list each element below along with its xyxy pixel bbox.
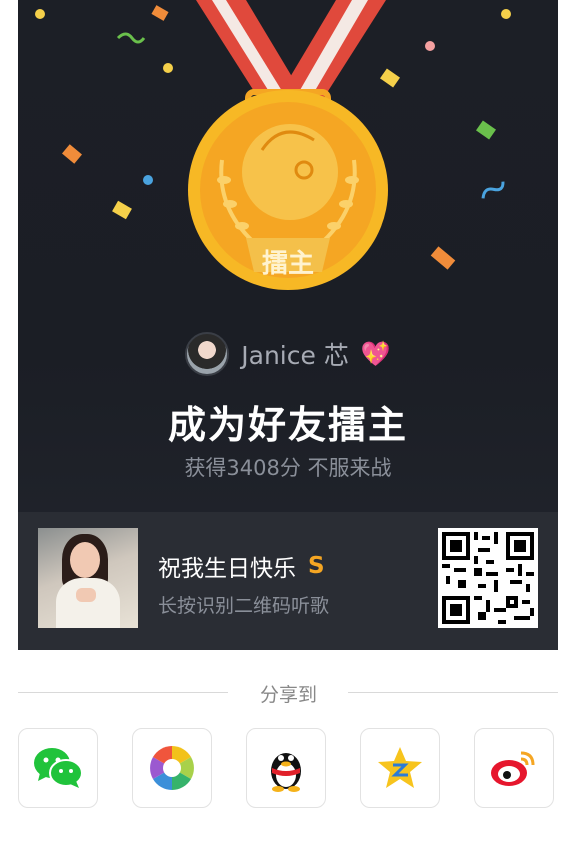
share-label: 分享到 bbox=[259, 684, 317, 706]
share-targets bbox=[18, 728, 558, 808]
song-title-line: 祝我生日快乐 S bbox=[158, 549, 325, 583]
weibo-icon bbox=[491, 751, 535, 786]
share-qzone-button[interactable] bbox=[360, 728, 440, 808]
avatar bbox=[185, 332, 230, 376]
medal-label: 擂主 bbox=[261, 249, 314, 279]
share-card: 擂主 Janice 芯 💖 成为好友擂主 获得3408分 不服来战 祝我生日快乐… bbox=[18, 0, 558, 650]
share-qq-button[interactable] bbox=[246, 728, 326, 808]
share-weibo-button[interactable] bbox=[474, 728, 554, 808]
qzone-star-icon bbox=[378, 747, 422, 788]
share-wechat-button[interactable] bbox=[18, 728, 98, 808]
song-badge: S bbox=[308, 553, 325, 579]
song-title: 祝我生日快乐 bbox=[158, 556, 296, 582]
song-panel: 祝我生日快乐 S 长按识别二维码听歌 bbox=[18, 512, 558, 650]
share-moments-button[interactable] bbox=[132, 728, 212, 808]
qq-penguin-icon bbox=[271, 753, 301, 792]
moments-icon bbox=[150, 746, 194, 790]
user-line: Janice 芯 💖 bbox=[18, 332, 558, 376]
song-hint: 长按识别二维码听歌 bbox=[158, 595, 330, 617]
achievement-title: 成为好友擂主 bbox=[167, 403, 408, 447]
achievement-subtitle: 获得3408分 不服来战 bbox=[184, 456, 392, 480]
album-cover bbox=[38, 528, 138, 628]
qr-code bbox=[438, 528, 538, 628]
wechat-icon bbox=[34, 748, 83, 788]
heart-icon: 💖 bbox=[360, 340, 391, 368]
username: Janice 芯 bbox=[241, 341, 349, 370]
